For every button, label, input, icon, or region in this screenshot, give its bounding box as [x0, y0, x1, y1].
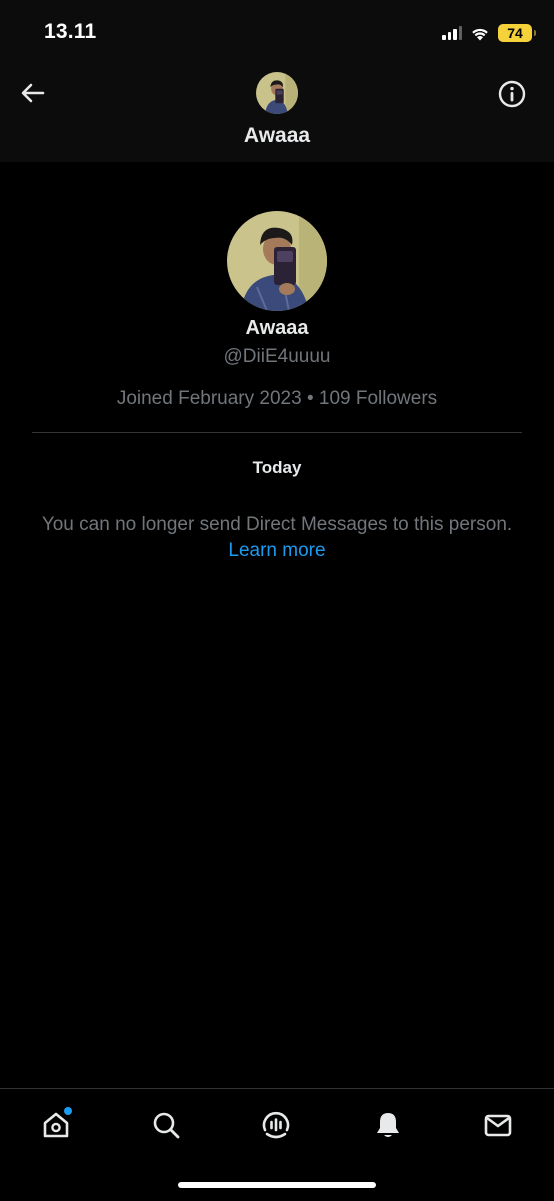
profile-handle[interactable]: @DiiE4uuuu: [0, 346, 554, 368]
status-time: 13.11: [44, 20, 97, 43]
notifications-icon: [377, 1113, 399, 1137]
wifi-icon: [470, 26, 490, 41]
header-avatar[interactable]: [256, 72, 298, 114]
avatar-photo-icon: [227, 211, 327, 311]
home-indicator[interactable]: [178, 1182, 376, 1188]
dm-disabled-notice: You can no longer send Direct Messages t…: [41, 514, 513, 535]
cellular-signal-icon: [442, 26, 462, 40]
back-button[interactable]: [18, 78, 48, 108]
nav-notifications[interactable]: [370, 1107, 406, 1143]
battery-icon: 74: [498, 24, 536, 42]
info-icon: [498, 80, 526, 108]
notification-dot: [64, 1107, 72, 1115]
profile-avatar[interactable]: [227, 211, 327, 311]
date-label: Today: [252, 458, 302, 477]
status-indicators: 74: [442, 22, 536, 44]
spaces-icon: [262, 1111, 290, 1139]
profile-name: Awaaa: [245, 317, 309, 339]
divider: [32, 432, 522, 433]
battery-level: 74: [507, 25, 523, 41]
search-icon: [153, 1112, 180, 1139]
info-button[interactable]: [498, 80, 526, 108]
nav-messages[interactable]: [480, 1107, 516, 1143]
nav-search[interactable]: [148, 1107, 184, 1143]
avatar-photo-icon: [256, 72, 298, 114]
messages-icon: [484, 1114, 512, 1137]
nav-home[interactable]: [38, 1107, 74, 1143]
nav-spaces[interactable]: [258, 1107, 294, 1143]
profile-meta: Joined February 2023 • 109 Followers: [116, 388, 438, 409]
header-title: Awaaa: [243, 124, 311, 147]
learn-more-link[interactable]: Learn more: [0, 540, 554, 562]
back-arrow-icon: [21, 83, 45, 103]
